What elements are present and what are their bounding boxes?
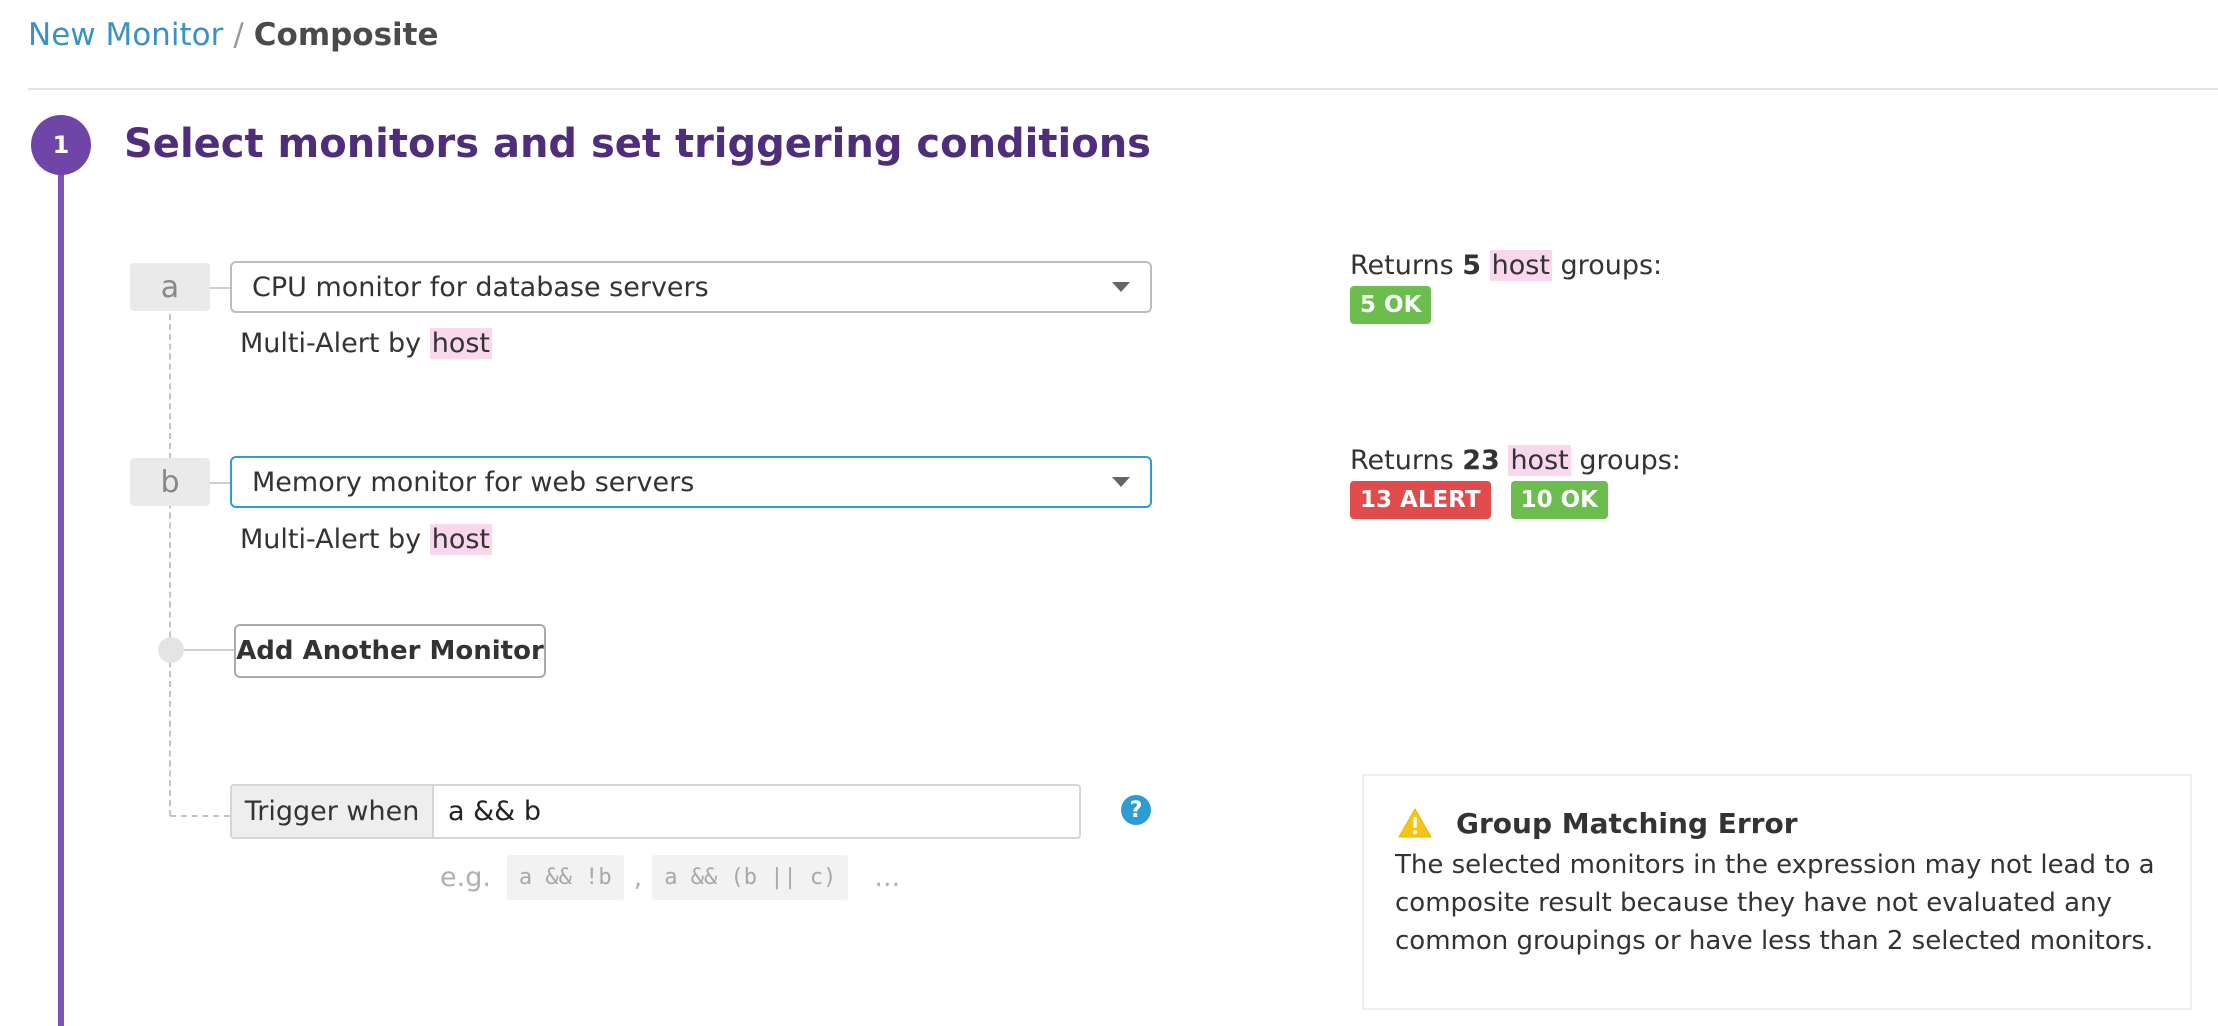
- monitor-b-letter: b: [130, 458, 210, 506]
- step-number-badge: 1: [31, 115, 91, 175]
- add-another-monitor-button[interactable]: Add Another Monitor: [234, 624, 546, 678]
- group-by-tag: host: [429, 524, 493, 555]
- trigger-when-label: Trigger when: [232, 786, 434, 837]
- header-divider: [28, 88, 2218, 90]
- trigger-examples: e.g. a && !b , a && (b || c) ...: [440, 854, 900, 900]
- monitor-a-multi-alert: Multi-Alert by host: [240, 326, 493, 362]
- trigger-expression-input[interactable]: [434, 786, 1079, 837]
- connector-a: [210, 287, 230, 289]
- monitor-a-returns: Returns 5 host groups:: [1350, 248, 1662, 284]
- status-badge-alert: 13 ALERT: [1350, 481, 1491, 519]
- returns-suffix: groups:: [1579, 445, 1681, 476]
- returns-count: 23: [1462, 445, 1500, 476]
- examples-ellipsis: ...: [874, 861, 901, 893]
- examples-label: e.g.: [440, 861, 491, 893]
- connector-b: [210, 482, 230, 484]
- error-message: The selected monitors in the expression …: [1395, 850, 2155, 956]
- multi-alert-label: Multi-Alert by: [240, 524, 422, 555]
- status-badge-ok: 10 OK: [1510, 481, 1608, 519]
- monitor-b-select[interactable]: Memory monitor for web servers: [230, 456, 1152, 508]
- error-title: Group Matching Error: [1456, 807, 1798, 840]
- monitor-b-returns: Returns 23 host groups:: [1350, 443, 1681, 479]
- connector-add: [184, 649, 234, 651]
- returns-group-tag: host: [1489, 250, 1552, 281]
- add-monitor-node: [158, 637, 184, 663]
- monitor-a-status-badges: 5 OK: [1350, 286, 1432, 324]
- breadcrumb-new-monitor-link[interactable]: New Monitor: [28, 17, 223, 53]
- monitor-b-status-badges: 13 ALERT 10 OK: [1350, 481, 1608, 519]
- returns-prefix: Returns: [1350, 250, 1454, 281]
- status-badge-ok: 5 OK: [1350, 286, 1432, 324]
- connector-trigger: [170, 815, 230, 817]
- chevron-down-icon: [1112, 477, 1130, 487]
- tree-connector-vertical: [169, 314, 171, 816]
- monitor-a-letter: a: [130, 263, 210, 311]
- breadcrumb: New Monitor / Composite: [28, 14, 439, 56]
- returns-suffix: groups:: [1560, 250, 1663, 281]
- breadcrumb-current: Composite: [253, 17, 439, 53]
- breadcrumb-separator: /: [233, 17, 244, 53]
- monitor-a-selected-value: CPU monitor for database servers: [252, 271, 709, 303]
- trigger-expression-group: Trigger when: [230, 784, 1081, 839]
- section-title: Select monitors and set triggering condi…: [124, 121, 1151, 167]
- multi-alert-label: Multi-Alert by: [240, 328, 422, 359]
- group-by-tag: host: [429, 328, 493, 359]
- returns-group-tag: host: [1508, 445, 1571, 476]
- monitor-b-selected-value: Memory monitor for web servers: [252, 466, 695, 498]
- returns-prefix: Returns: [1350, 445, 1454, 476]
- chevron-down-icon: [1112, 282, 1130, 292]
- example-expression: a && (b || c): [652, 854, 849, 900]
- examples-separator: ,: [633, 861, 643, 893]
- question-mark-icon[interactable]: ?: [1121, 795, 1151, 825]
- example-expression: a && !b: [506, 854, 624, 900]
- step-rail: [58, 140, 64, 1026]
- returns-count: 5: [1462, 250, 1482, 281]
- monitor-a-select[interactable]: CPU monitor for database servers: [230, 261, 1152, 313]
- warning-icon: [1398, 808, 1432, 838]
- monitor-b-multi-alert: Multi-Alert by host: [240, 522, 493, 558]
